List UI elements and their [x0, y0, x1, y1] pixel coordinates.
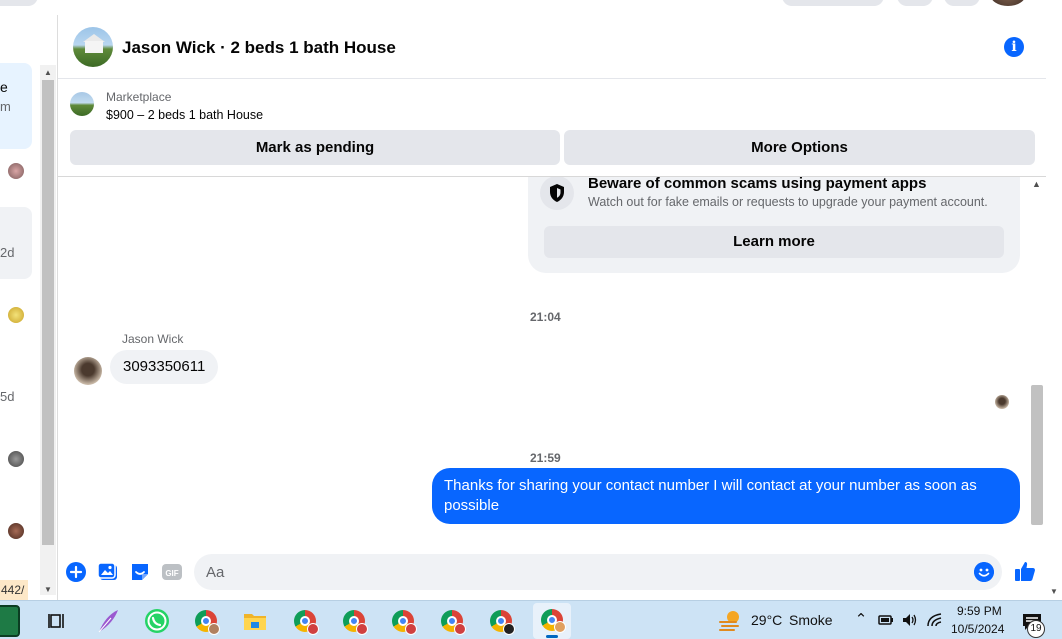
more-options-button[interactable]: More Options — [564, 130, 1035, 165]
page-scrollbar[interactable]: ▼ — [1046, 15, 1062, 600]
chrome-profile-icon[interactable] — [290, 606, 320, 636]
battery-plug-icon[interactable] — [877, 611, 895, 629]
listing-price-title[interactable]: $900 – 2 beds 1 bath House — [106, 108, 263, 122]
feather-app-icon[interactable] — [93, 606, 123, 636]
conversation-list: e m 2d 5d — [0, 15, 40, 600]
sender-avatar[interactable] — [74, 357, 102, 385]
chrome-profile-icon[interactable] — [388, 606, 418, 636]
chrome-profile-icon[interactable] — [191, 606, 221, 636]
chat-title[interactable]: Jason Wick · 2 beds 1 bath House — [122, 38, 396, 58]
conversation-avatar[interactable] — [8, 523, 24, 539]
top-nav-pill[interactable] — [782, 0, 884, 6]
learn-more-button[interactable]: Learn more — [544, 226, 1004, 258]
scrollbar-thumb[interactable] — [1031, 385, 1043, 525]
gif-icon[interactable]: GIF — [161, 561, 183, 583]
clock-date[interactable]: 10/5/2024 — [951, 622, 1004, 636]
message-scrollbar[interactable]: ▲ — [1029, 177, 1045, 533]
top-notification-button[interactable] — [944, 0, 980, 6]
message-timestamp: 21:04 — [530, 310, 561, 324]
message-thread: Beware of common scams using payment app… — [58, 177, 1047, 548]
conversation-name-fragment: e — [0, 79, 8, 95]
pinned-app-icon[interactable] — [0, 605, 20, 637]
photo-icon[interactable] — [97, 561, 119, 583]
info-icon[interactable]: i — [1004, 37, 1024, 57]
emoji-icon[interactable] — [974, 562, 994, 582]
top-navigation-strip — [0, 0, 1062, 15]
sender-name: Jason Wick — [122, 332, 184, 346]
top-menu-button[interactable] — [897, 0, 933, 6]
conversation-item[interactable]: 2d — [0, 207, 32, 279]
message-input[interactable] — [194, 554, 1002, 590]
speaker-icon[interactable] — [901, 611, 919, 629]
chevron-up-icon[interactable]: ⌃ — [852, 611, 870, 629]
notification-count-badge: 19 — [1027, 620, 1045, 638]
shield-icon — [540, 177, 574, 210]
chat-header: Jason Wick · 2 beds 1 bath House i — [58, 15, 1047, 79]
conversation-time-fragment: 5d — [0, 389, 15, 404]
scroll-down-arrow-icon[interactable]: ▼ — [1050, 587, 1058, 596]
conversation-time-fragment: 2d — [0, 245, 15, 260]
top-left-pill[interactable] — [0, 0, 38, 6]
conversation-preview-fragment: m — [0, 99, 11, 114]
task-view-icon[interactable] — [43, 606, 73, 636]
sticker-icon[interactable] — [129, 561, 151, 583]
whatsapp-icon[interactable] — [142, 606, 172, 636]
weather-condition[interactable]: Smoke — [789, 612, 833, 628]
marketplace-listing-bar: Marketplace $900 – 2 beds 1 bath House M… — [58, 79, 1047, 177]
message-composer: GIF — [58, 548, 1047, 600]
weather-smoke-icon[interactable] — [718, 609, 742, 631]
conversation-item-active[interactable]: e m — [0, 63, 32, 149]
mark-as-pending-button[interactable]: Mark as pending — [70, 130, 560, 165]
message-timestamp: 21:59 — [530, 451, 561, 465]
scroll-up-arrow-icon[interactable]: ▲ — [1032, 179, 1041, 189]
clock-time[interactable]: 9:59 PM — [957, 604, 1002, 618]
outgoing-message-bubble[interactable]: Thanks for sharing your contact number I… — [432, 468, 1020, 524]
url-chip: 442/ — [0, 580, 28, 600]
chrome-active-window[interactable] — [533, 603, 571, 639]
thumbs-up-icon[interactable] — [1013, 559, 1037, 583]
scroll-up-arrow-icon[interactable]: ▲ — [44, 68, 52, 77]
svg-text:GIF: GIF — [165, 569, 178, 578]
scam-warning-subtitle: Watch out for fake emails or requests to… — [588, 195, 988, 209]
wifi-icon[interactable] — [926, 611, 944, 629]
chat-panel: Jason Wick · 2 beds 1 bath House i Marke… — [57, 15, 1047, 600]
conversation-avatar[interactable] — [8, 163, 24, 179]
conversation-avatar[interactable] — [8, 307, 24, 323]
seen-indicator-avatar — [995, 395, 1009, 409]
conversation-avatar[interactable] — [8, 451, 24, 467]
weather-temperature[interactable]: 29°C — [751, 612, 782, 628]
file-explorer-icon[interactable] — [240, 606, 270, 636]
profile-avatar[interactable] — [990, 0, 1026, 6]
scam-warning-card: Beware of common scams using payment app… — [528, 177, 1020, 273]
chrome-profile-icon[interactable] — [339, 606, 369, 636]
chrome-profile-icon[interactable] — [486, 606, 516, 636]
chrome-profile-icon[interactable] — [437, 606, 467, 636]
listing-label: Marketplace — [106, 90, 172, 104]
scroll-down-arrow-icon[interactable]: ▼ — [44, 585, 52, 594]
scrollbar-thumb[interactable] — [42, 80, 54, 545]
listing-thumbnail[interactable] — [70, 92, 94, 116]
plus-icon[interactable] — [65, 561, 87, 583]
windows-taskbar: 29°C Smoke ⌃ 9:59 PM 10/5/2024 19 — [0, 600, 1062, 639]
sidebar-scrollbar[interactable]: ▲ ▼ — [40, 65, 56, 595]
scam-warning-title: Beware of common scams using payment app… — [588, 177, 927, 192]
incoming-message-bubble[interactable]: 3093350611 — [110, 350, 219, 384]
listing-avatar[interactable] — [73, 27, 113, 67]
